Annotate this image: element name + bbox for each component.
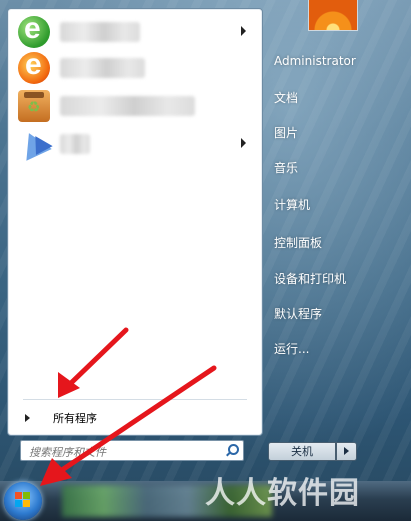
annotation-arrow-all-programs <box>58 327 129 398</box>
annotation-arrows <box>40 327 217 486</box>
